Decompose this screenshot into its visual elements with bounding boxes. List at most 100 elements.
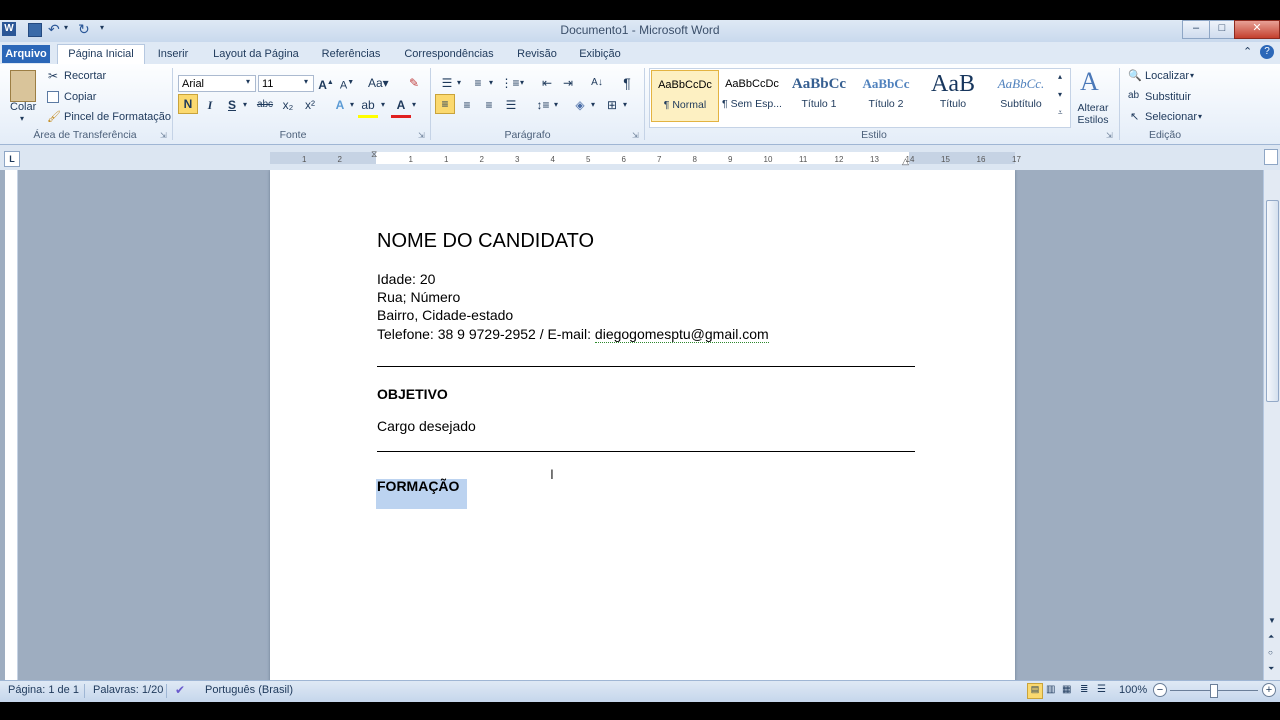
zoom-out-icon[interactable]: − (1153, 683, 1167, 697)
cut-icon[interactable]: ✂ (48, 69, 58, 83)
select-button[interactable]: Selecionar (1145, 111, 1197, 123)
styles-scroll-down-icon[interactable]: ▾ (1058, 90, 1062, 99)
font-color-icon[interactable]: A (391, 95, 411, 118)
show-marks-button[interactable]: ¶ (617, 73, 637, 93)
borders-dropdown-icon[interactable]: ▾ (623, 100, 627, 109)
bullets-icon[interactable]: ☰ (437, 73, 457, 93)
shading-icon[interactable]: ◈ (570, 95, 590, 115)
tab-correspondencias[interactable]: Correspondências (398, 45, 500, 63)
clear-formatting-icon[interactable]: ✎ (404, 73, 424, 93)
email-link[interactable]: diegogomesptu@gmail.com (594, 326, 769, 343)
styles-scroll-up-icon[interactable]: ▴ (1058, 72, 1062, 81)
paste-button[interactable]: Colar (10, 101, 36, 113)
align-center-icon[interactable]: ≡ (457, 95, 477, 115)
tab-revisao[interactable]: Revisão (509, 45, 565, 63)
text-effects-dropdown-icon[interactable]: ▾ (350, 100, 354, 109)
paste-dropdown-icon[interactable]: ▾ (20, 114, 24, 123)
tab-layout-da-pagina[interactable]: Layout da Página (206, 45, 306, 63)
tab-arquivo[interactable]: Arquivo (2, 45, 50, 63)
close-button[interactable]: ✕ (1234, 20, 1280, 39)
zoom-slider-thumb[interactable] (1210, 684, 1218, 698)
select-icon[interactable]: ↖ (1130, 110, 1139, 123)
scroll-down-icon[interactable]: ▼ (1268, 616, 1276, 625)
grow-font-icon[interactable]: A▲ (316, 73, 336, 93)
right-indent-marker-icon[interactable]: △ (902, 156, 909, 167)
objective-heading[interactable]: OBJETIVO (377, 386, 448, 402)
style-normal[interactable]: AaBbCcDc ¶ Normal (651, 70, 719, 122)
spelling-check-icon[interactable]: ✔ (175, 683, 185, 697)
font-family-combo[interactable]: Arial (178, 75, 256, 92)
text-effects-icon[interactable]: A (330, 95, 350, 115)
align-left-icon[interactable]: ≡ (435, 94, 455, 114)
borders-icon[interactable]: ⊞ (602, 95, 622, 115)
zoom-level[interactable]: 100% (1119, 684, 1147, 696)
district-line[interactable]: Bairro, Cidade-estado (377, 307, 513, 323)
change-case-icon[interactable]: Aa▾ (368, 73, 389, 93)
style-titulo[interactable]: AaB Título (920, 70, 986, 120)
bold-button[interactable]: N (178, 94, 198, 114)
multilevel-dropdown-icon[interactable]: ▾ (520, 78, 524, 87)
tab-selector-icon[interactable]: L (4, 151, 20, 167)
justify-icon[interactable]: ☰ (501, 95, 521, 115)
highlight-dropdown-icon[interactable]: ▾ (381, 100, 385, 109)
copy-icon[interactable] (47, 91, 59, 103)
maximize-button[interactable]: □ (1209, 20, 1235, 39)
print-layout-icon[interactable]: ▤ (1027, 683, 1043, 699)
previous-page-icon[interactable]: ⏶ (1268, 632, 1274, 642)
replace-button[interactable]: Substituir (1145, 91, 1191, 103)
bullets-dropdown-icon[interactable]: ▾ (457, 78, 461, 87)
style-subtitulo[interactable]: AaBbCc. Subtítulo (988, 70, 1054, 120)
street-line[interactable]: Rua; Número (377, 289, 460, 305)
page-count[interactable]: Página: 1 de 1 (8, 684, 79, 696)
superscript-button[interactable]: x² (300, 95, 320, 115)
font-family-dropdown-icon[interactable]: ▾ (246, 77, 250, 86)
sort-icon[interactable]: A↓ (587, 73, 607, 93)
vertical-scrollbar[interactable]: ▼ ⏶ ○ ⏷ (1263, 170, 1280, 680)
clipboard-launcher-icon[interactable]: ⇲ (160, 131, 167, 140)
vertical-ruler[interactable] (5, 170, 18, 680)
zoom-in-icon[interactable]: + (1262, 683, 1276, 697)
format-painter-button[interactable]: Pincel de Formatação (64, 111, 171, 123)
line-spacing-dropdown-icon[interactable]: ▾ (554, 100, 558, 109)
full-screen-reading-icon[interactable]: ▥ (1046, 684, 1055, 695)
font-size-dropdown-icon[interactable]: ▾ (304, 77, 308, 86)
font-color-dropdown-icon[interactable]: ▾ (412, 100, 416, 109)
change-styles-button[interactable]: Alterar Estilos (1072, 102, 1114, 126)
view-ruler-icon[interactable] (1264, 149, 1278, 165)
document-page[interactable]: NOME DO CANDIDATO Idade: 20 Rua; Número … (270, 170, 1015, 680)
highlight-icon[interactable]: ab (358, 95, 378, 118)
cut-button[interactable]: Recortar (64, 70, 106, 82)
style-sem-espacamento[interactable]: AaBbCcDc ¶ Sem Esp... (719, 70, 785, 120)
language-indicator[interactable]: Português (Brasil) (205, 684, 293, 696)
numbering-dropdown-icon[interactable]: ▾ (489, 78, 493, 87)
ribbon-minimize-icon[interactable]: ⌃ (1243, 45, 1252, 58)
help-icon[interactable]: ? (1260, 45, 1274, 59)
objective-text[interactable]: Cargo desejado (377, 418, 476, 434)
draft-view-icon[interactable]: ☰ (1097, 684, 1106, 695)
style-titulo-1[interactable]: AaBbCc Título 1 (786, 70, 852, 120)
style-titulo-2[interactable]: AaBbCc Título 2 (853, 70, 919, 120)
decrease-indent-icon[interactable]: ⇤ (537, 73, 557, 93)
find-dropdown-icon[interactable]: ▾ (1190, 71, 1194, 80)
shading-dropdown-icon[interactable]: ▾ (591, 100, 595, 109)
education-heading[interactable]: FORMAÇÃO (377, 478, 459, 494)
copy-button[interactable]: Copiar (64, 91, 96, 103)
align-right-icon[interactable]: ≡ (479, 95, 499, 115)
candidate-name-heading[interactable]: NOME DO CANDIDATO (377, 230, 594, 253)
next-page-icon[interactable]: ⏷ (1268, 664, 1274, 674)
word-count[interactable]: Palavras: 1/20 (93, 684, 163, 696)
italic-button[interactable]: I (200, 95, 220, 115)
strikethrough-button[interactable]: abc (255, 95, 275, 115)
scroll-thumb[interactable] (1266, 200, 1279, 402)
multilevel-list-icon[interactable]: ⋮≡ (500, 73, 520, 93)
change-styles-icon[interactable]: A (1080, 67, 1099, 97)
subscript-button[interactable]: x₂ (278, 95, 298, 115)
browse-object-icon[interactable]: ○ (1268, 648, 1273, 657)
age-line[interactable]: Idade: 20 (377, 271, 435, 287)
shrink-font-icon[interactable]: A▼ (337, 73, 357, 93)
select-dropdown-icon[interactable]: ▾ (1198, 112, 1202, 121)
styles-more-icon[interactable]: ⩡ (1058, 108, 1063, 118)
increase-indent-icon[interactable]: ⇥ (558, 73, 578, 93)
tab-referencias[interactable]: Referências (313, 45, 389, 63)
tab-exibicao[interactable]: Exibição (572, 45, 628, 63)
